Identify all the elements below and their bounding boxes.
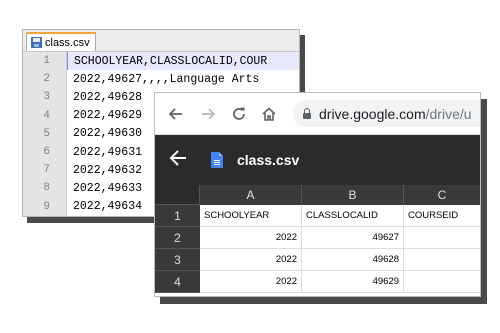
close-viewer-button[interactable] <box>169 147 201 173</box>
reload-icon <box>233 107 245 120</box>
file-title: class.csv <box>237 152 300 168</box>
arrow-left-icon <box>169 150 186 166</box>
editor-file-tab[interactable]: class.csv <box>26 32 96 51</box>
table-cell <box>404 271 480 293</box>
arrow-left-icon <box>168 107 182 120</box>
line-number: 4 <box>23 106 67 125</box>
table-cell: 2022 <box>200 227 302 249</box>
editor-tab-label: class.csv <box>45 36 90 49</box>
table-row: 3 2022 49628 <box>155 249 480 271</box>
line-number: 8 <box>23 179 67 198</box>
table-cell: 2022 <box>200 271 302 293</box>
table-row: 2 2022 49627 <box>155 227 480 249</box>
url-host: drive.google.com <box>319 105 426 122</box>
line-number: 1 <box>23 52 67 71</box>
line-text: 2022,49627,,,,Language Arts <box>73 72 260 86</box>
table-cell: 49627 <box>302 227 404 249</box>
line-text: 2022,49634 <box>73 200 143 214</box>
editor-line: 2 2022,49627,,,,Language Arts <box>23 70 299 89</box>
line-number: 6 <box>23 142 67 162</box>
line-number: 5 <box>23 124 67 143</box>
line-text: 2022,49631 <box>73 145 143 159</box>
table-cell <box>404 249 480 271</box>
editor-tab-bar: class.csv <box>23 30 299 52</box>
table-cell: COURSEID <box>404 205 480 227</box>
home-icon <box>262 106 276 121</box>
line-text: 2022,49629 <box>73 109 143 123</box>
column-header: A <box>200 185 302 205</box>
address-bar[interactable]: drive.google.com/drive/u <box>293 100 480 127</box>
line-text: SCHOOLYEAR,CLASSLOCALID,COUR <box>67 52 299 71</box>
drive-viewer-header: class.csv <box>155 135 480 185</box>
back-button[interactable] <box>162 101 188 127</box>
browser-toolbar: drive.google.com/drive/u <box>155 93 480 135</box>
line-text: 2022,49630 <box>73 127 143 141</box>
line-text: 2022,49628 <box>73 90 143 104</box>
editor-line: 1 SCHOOLYEAR,CLASSLOCALID,COUR <box>23 52 299 71</box>
row-header: 4 <box>155 271 200 293</box>
table-cell: 49628 <box>302 249 404 271</box>
table-cell <box>404 227 480 249</box>
table-cell: CLASSLOCALID <box>302 205 404 227</box>
column-header: B <box>302 185 404 205</box>
line-text: 2022,49633 <box>73 181 143 195</box>
document-icon <box>211 152 223 168</box>
line-text: 2022,49632 <box>73 163 143 177</box>
column-header-row: A B C <box>155 185 480 205</box>
column-header: C <box>404 185 480 205</box>
floppy-disk-icon <box>31 37 42 48</box>
row-header: 1 <box>155 205 200 227</box>
arrow-right-icon <box>202 107 216 120</box>
line-number: 9 <box>23 197 67 216</box>
row-header: 3 <box>155 249 200 271</box>
forward-button[interactable] <box>196 101 222 127</box>
reload-button[interactable] <box>226 101 252 127</box>
table-row: 1 SCHOOLYEAR CLASSLOCALID COURSEID <box>155 205 480 227</box>
browser-window: drive.google.com/drive/u class.csv A B C… <box>154 92 481 297</box>
line-number: 7 <box>23 161 67 180</box>
home-button[interactable] <box>256 101 282 127</box>
table-cell: 2022 <box>200 249 302 271</box>
spreadsheet-preview: A B C 1 SCHOOLYEAR CLASSLOCALID COURSEID… <box>155 185 480 293</box>
row-header: 2 <box>155 227 200 249</box>
table-cell: 49629 <box>302 271 404 293</box>
sheet-corner <box>155 185 200 205</box>
line-number: 3 <box>23 88 67 107</box>
table-cell: SCHOOLYEAR <box>200 205 302 227</box>
table-row: 4 2022 49629 <box>155 271 480 293</box>
lock-icon <box>303 107 311 119</box>
line-number: 2 <box>23 70 67 89</box>
url-path: /drive/u <box>425 105 472 122</box>
